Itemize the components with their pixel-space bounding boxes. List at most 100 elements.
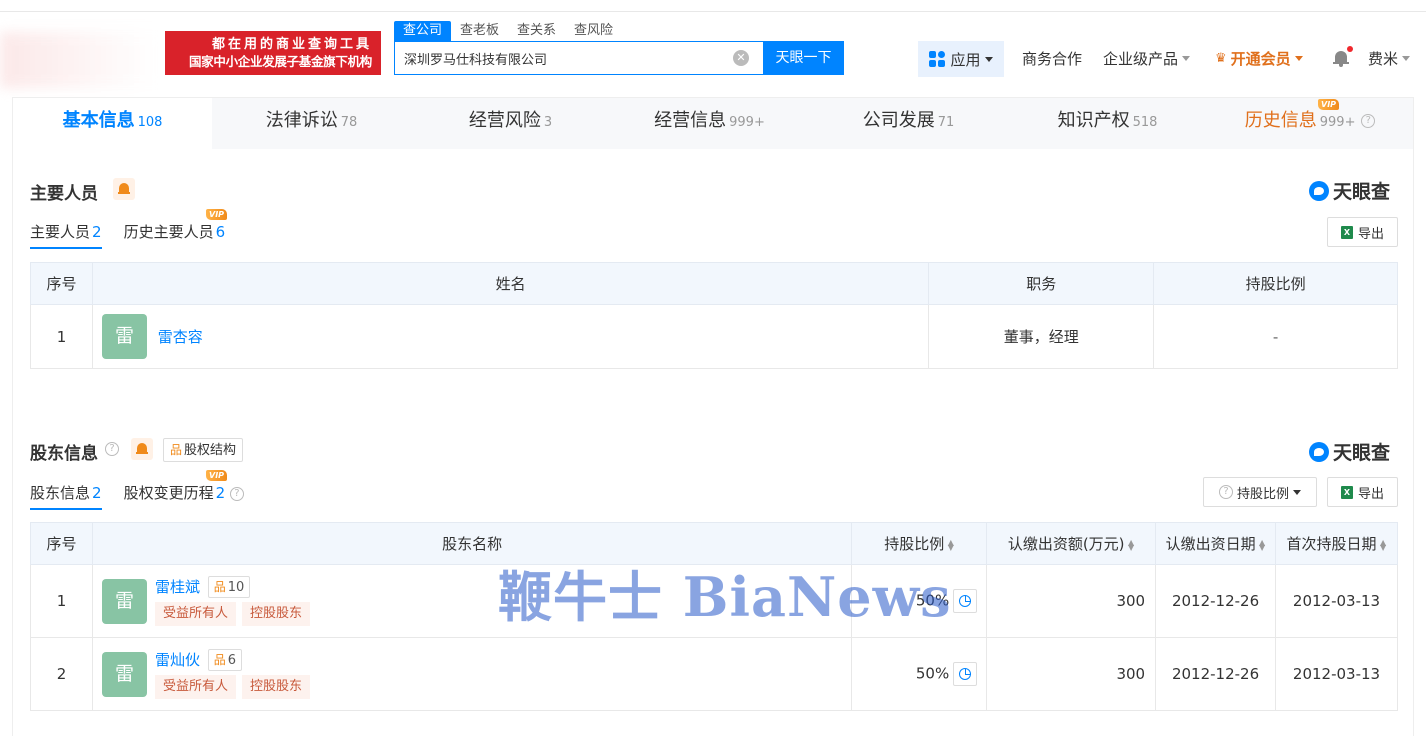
help-icon[interactable]: ? <box>229 486 244 501</box>
nav-enterprise[interactable]: 企业级产品 <box>1103 41 1191 75</box>
search-tab-risk[interactable]: 查风险 <box>565 21 622 41</box>
row-index: 1 <box>30 564 93 638</box>
shareholder-subtabs: 股东信息 2 股权变更历程 2 ? <box>30 482 266 510</box>
tab-operation-info[interactable]: 经营信息 999+ <box>610 98 809 150</box>
tag-controlling-shareholder: 控股股东 <box>241 602 310 627</box>
row-index: 2 <box>30 637 93 711</box>
subtab-label: 股权变更历程 <box>123 484 214 502</box>
tab-ip[interactable]: 知识产权 518 <box>1008 98 1207 150</box>
tag-beneficial-owner: 受益所有人 <box>154 602 236 627</box>
search-tab-relation[interactable]: 查关系 <box>508 21 565 41</box>
avatar[interactable]: 雷 <box>101 651 147 697</box>
subtab-count: 2 <box>92 223 102 241</box>
tab-count: 108 <box>137 115 163 130</box>
personnel-table: 序号 姓名 职务 持股比例 1 雷 雷杏容 董事，经理 - <box>30 262 1398 369</box>
subscribe-bell-icon[interactable] <box>131 438 153 460</box>
col-label: 持股比例 <box>884 535 945 553</box>
subtab-label: 主要人员 <box>30 223 91 241</box>
subtab-count: 2 <box>215 484 226 502</box>
col-index: 序号 <box>30 262 93 305</box>
slogan-banner: 都在用的商业查询工具 国家中小企业发展子基金旗下机构 <box>165 31 381 75</box>
table-row: 2 雷 雷灿伙 品6 受益所有人 控股股东 50% 300 2012-12-26 … <box>30 637 1398 711</box>
tab-history[interactable]: 历史信息 999+ ? <box>1207 98 1413 150</box>
search-type-tabs: 查公司 查老板 查关系 查风险 <box>394 21 622 41</box>
col-share-ratio[interactable]: 持股比例 ▲ ▼ <box>851 522 988 565</box>
share-ratio: 50% <box>915 591 950 610</box>
shareholders-table: 序号 股东名称 持股比例 ▲ ▼ 认缴出资额(万元) ▲ ▼ 认缴出资日期 ▲ ▼ 首次持股… <box>30 522 1398 711</box>
related-companies-badge[interactable]: 品6 <box>207 649 243 672</box>
tab-operation-risk[interactable]: 经营风险 3 <box>411 98 610 150</box>
help-icon[interactable]: ? <box>105 442 119 456</box>
clear-icon[interactable]: ✕ <box>733 50 749 66</box>
shareholder-name-link[interactable]: 雷桂斌 <box>155 578 200 596</box>
shareholders-title: 股东信息 <box>30 444 98 464</box>
col-amount[interactable]: 认缴出资额(万元) ▲ ▼ <box>986 522 1157 565</box>
search-box: ✕ <box>394 41 764 75</box>
tag-beneficial-owner: 受益所有人 <box>154 675 236 700</box>
subtab-equity-history[interactable]: 股权变更历程 2 ? <box>124 482 244 510</box>
brand-logo: 天眼查 <box>1309 438 1390 465</box>
avatar[interactable]: 雷 <box>101 578 147 624</box>
first-date-cell: 2012-03-13 <box>1275 637 1398 711</box>
subscribe-bell-icon[interactable] <box>113 178 135 200</box>
related-companies-badge[interactable]: 品 10 <box>207 576 251 599</box>
share-ratio: 50% <box>915 664 950 683</box>
subtab-shareholders[interactable]: 股东信息 2 <box>30 482 102 510</box>
search-tab-company[interactable]: 查公司 <box>394 21 452 41</box>
help-icon[interactable]: ? <box>1361 114 1376 128</box>
export-button[interactable]: X 导出 <box>1327 217 1398 247</box>
shareholder-cell: 雷 雷桂斌 品 10 受益所有人 控股股东 <box>91 564 853 638</box>
tab-count: 999+ <box>1319 115 1356 130</box>
export-button[interactable]: X 导出 <box>1327 477 1398 507</box>
brand-text: 天眼查 <box>1333 181 1391 203</box>
search-button[interactable]: 天眼一下 <box>763 41 844 75</box>
tab-development[interactable]: 公司发展 71 <box>809 98 1008 150</box>
tab-count: 78 <box>340 115 358 130</box>
subtab-history-personnel[interactable]: 历史主要人员 6 <box>124 221 226 249</box>
app-menu[interactable]: 应用 <box>918 41 1004 77</box>
related-count: 10 <box>227 580 245 596</box>
col-position: 职务 <box>928 262 1155 305</box>
user-menu[interactable]: 费米 <box>1368 41 1411 75</box>
excel-icon: X <box>1340 225 1353 239</box>
app-menu-label: 应用 <box>950 50 981 69</box>
notification-button[interactable] <box>1333 41 1353 75</box>
vip-badge: VIP <box>1318 99 1340 110</box>
logo-icon[interactable] <box>0 32 170 88</box>
header: 都在用的商业查询工具 国家中小企业发展子基金旗下机构 查公司 查老板 查关系 查… <box>0 12 1426 98</box>
sort-icon: ▲ ▼ <box>1259 537 1266 552</box>
equity-structure-label: 股权结构 <box>184 443 237 458</box>
org-tree-icon: 品 <box>213 580 226 595</box>
crown-icon: ♛ <box>1215 50 1227 66</box>
subscribe-date-cell: 2012-12-26 <box>1155 637 1277 711</box>
tab-basic-info[interactable]: 基本信息 108 <box>13 98 212 150</box>
person-name-link[interactable]: 雷杏容 <box>158 328 203 346</box>
subtab-main-personnel[interactable]: 主要人员 2 <box>30 221 102 249</box>
col-subscribe-date[interactable]: 认缴出资日期 ▲ ▼ <box>1155 522 1277 565</box>
pie-chart-icon[interactable] <box>953 662 978 686</box>
help-icon: ? <box>1218 485 1233 499</box>
shareholder-name-link[interactable]: 雷灿伙 <box>155 651 200 669</box>
tab-legal[interactable]: 法律诉讼 78 <box>212 98 411 150</box>
nav-business[interactable]: 商务合作 <box>1022 41 1082 75</box>
table-row: 1 雷 雷桂斌 品 10 受益所有人 控股股东 50% 300 2012-12-26… <box>30 564 1398 638</box>
share-ratio-filter[interactable]: ? 持股比例 <box>1203 477 1317 507</box>
table-row: 1 雷 雷杏容 董事，经理 - <box>30 304 1398 369</box>
main-content: 主要人员 天眼查 主要人员 2 历史主要人员 6 VIP X 导出 序号 姓名 职务 … <box>12 149 1414 736</box>
col-first-date[interactable]: 首次持股日期 ▲ ▼ <box>1275 522 1398 565</box>
avatar[interactable]: 雷 <box>101 314 147 359</box>
search-tab-boss[interactable]: 查老板 <box>451 21 508 41</box>
chevron-down-icon <box>984 56 993 62</box>
subtab-label: 历史主要人员 <box>123 223 214 241</box>
personnel-subtabs: 主要人员 2 历史主要人员 6 <box>30 221 247 249</box>
tab-label: 法律诉讼 <box>265 110 338 131</box>
col-share: 持股比例 <box>1153 262 1398 305</box>
amount-cell: 300 <box>986 564 1157 638</box>
bell-icon <box>1333 46 1353 67</box>
pie-chart-icon[interactable] <box>953 589 978 613</box>
search-input[interactable] <box>395 42 715 74</box>
related-count: 6 <box>227 653 237 669</box>
top-divider <box>0 0 1426 12</box>
nav-vip[interactable]: ♛ 开通会员 <box>1215 41 1303 75</box>
equity-structure-button[interactable]: 品股权结构 <box>163 438 244 462</box>
